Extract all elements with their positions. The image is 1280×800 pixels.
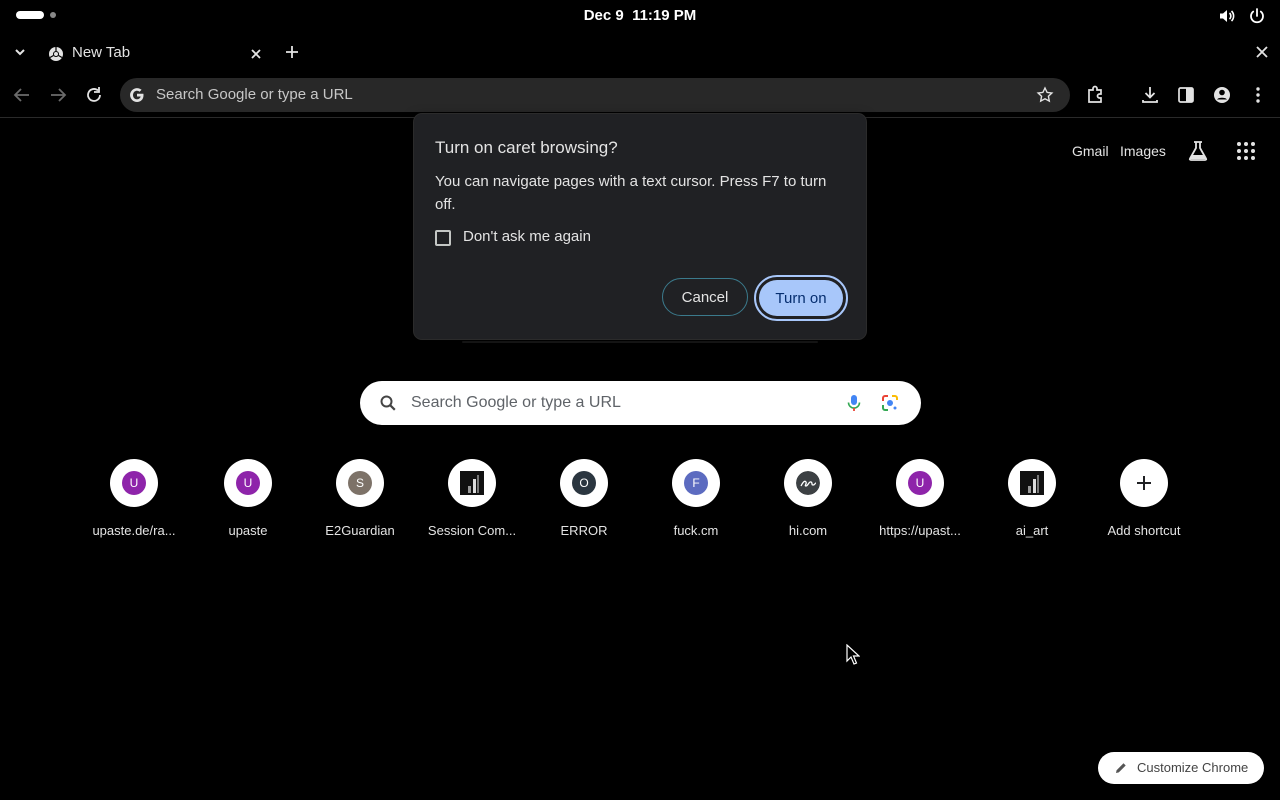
- shortcut-label: E2Guardian: [325, 523, 395, 538]
- shortcut-label: https://upast...: [879, 523, 961, 538]
- profile-icon[interactable]: [1211, 84, 1233, 106]
- plus-icon[interactable]: [282, 42, 302, 62]
- shortcut-tile[interactable]: S E2Guardian: [304, 458, 416, 548]
- tab-title: New Tab: [72, 44, 131, 61]
- clock[interactable]: Dec 9 11:19 PM: [0, 7, 1280, 24]
- shortcut-letter-icon: F: [684, 471, 708, 495]
- labs-flask-icon[interactable]: [1186, 139, 1210, 163]
- dont-ask-label[interactable]: Don't ask me again: [463, 228, 591, 245]
- shortcut-letter-icon: S: [348, 471, 372, 495]
- customize-chrome-label: Customize Chrome: [1137, 760, 1249, 775]
- dont-ask-checkbox[interactable]: [435, 230, 451, 246]
- shortcut-icon-wrapper: U: [224, 459, 272, 507]
- gmail-link[interactable]: Gmail: [1072, 143, 1109, 159]
- turn-on-focus-ring: Turn on: [754, 275, 848, 321]
- tab-strip: New Tab: [0, 32, 1280, 72]
- shortcut-label: Add shortcut: [1107, 523, 1181, 538]
- shortcut-label: ai_art: [1015, 523, 1049, 538]
- shortcut-label: upaste.de/ra...: [92, 523, 176, 538]
- clock-time: 11:19 PM: [632, 7, 697, 24]
- signature-favicon-icon: [796, 471, 820, 495]
- reload-icon[interactable]: [83, 84, 105, 106]
- turn-on-button[interactable]: Turn on: [759, 280, 843, 316]
- search-placeholder: Search Google or type a URL: [411, 394, 621, 411]
- star-icon[interactable]: [1036, 86, 1054, 104]
- download-icon[interactable]: [1139, 84, 1161, 106]
- shortcut-tile[interactable]: O ERROR: [528, 458, 640, 548]
- caret-browsing-dialog: Turn on caret browsing? You can navigate…: [414, 114, 866, 339]
- shortcut-tile[interactable]: F fuck.cm: [640, 458, 752, 548]
- shortcut-icon-wrapper: [448, 459, 496, 507]
- shortcut-label: fuck.cm: [673, 523, 719, 538]
- system-status-area[interactable]: [1218, 7, 1266, 25]
- side-panel-icon[interactable]: [1175, 84, 1197, 106]
- shortcut-letter-icon: O: [572, 471, 596, 495]
- forward-icon[interactable]: [47, 84, 69, 106]
- dialog-title: Turn on caret browsing?: [435, 138, 618, 157]
- shortcut-tile[interactable]: U upaste.de/ra...: [78, 458, 190, 548]
- menu-icon[interactable]: [1247, 84, 1269, 106]
- system-top-bar: Dec 9 11:19 PM: [0, 0, 1280, 32]
- chevron-down-icon[interactable]: [10, 42, 30, 62]
- pencil-icon: [1116, 763, 1126, 773]
- session-favicon-icon: [460, 471, 484, 495]
- power-icon: [1250, 8, 1264, 24]
- shortcut-tile[interactable]: U https://upast...: [864, 458, 976, 548]
- cancel-button[interactable]: Cancel: [662, 278, 748, 316]
- shortcut-label: upaste: [228, 523, 268, 538]
- shortcut-icon-wrapper: S: [336, 459, 384, 507]
- google-icon: [130, 88, 144, 102]
- customize-chrome-button[interactable]: Customize Chrome: [1098, 752, 1264, 784]
- window-close-icon[interactable]: [1252, 42, 1272, 62]
- logo-placeholder: [462, 341, 818, 343]
- shortcut-label: ERROR: [560, 523, 608, 538]
- shortcut-icon-wrapper: U: [110, 459, 158, 507]
- back-icon[interactable]: [11, 84, 33, 106]
- shortcut-icon-wrapper: O: [560, 459, 608, 507]
- apps-grid-icon[interactable]: [1236, 141, 1256, 161]
- shortcut-tile[interactable]: ai_art: [976, 458, 1088, 548]
- address-bar[interactable]: Search Google or type a URL: [120, 78, 1070, 112]
- browser-toolbar: Search Google or type a URL: [0, 72, 1280, 118]
- google-lens-icon[interactable]: [880, 393, 900, 413]
- chrome-icon: [49, 47, 63, 61]
- shortcut-tiles: U upaste.de/ra... U upaste S E2Guardian …: [78, 458, 1202, 548]
- shortcut-letter-icon: U: [908, 471, 932, 495]
- add-shortcut-tile[interactable]: Add shortcut: [1088, 458, 1200, 548]
- shortcut-icon-wrapper: F: [672, 459, 720, 507]
- dialog-body: You can navigate pages with a text curso…: [435, 173, 827, 213]
- shortcut-icon-wrapper: [784, 459, 832, 507]
- images-link[interactable]: Images: [1120, 143, 1166, 159]
- plus-icon: [1137, 476, 1151, 490]
- shortcut-tile[interactable]: hi.com: [752, 458, 864, 548]
- ntp-search-box[interactable]: Search Google or type a URL: [360, 381, 921, 425]
- tab-new-tab[interactable]: New Tab: [40, 36, 272, 72]
- ai-art-favicon-icon: [1020, 471, 1044, 495]
- omnibox-text: Search Google or type a URL: [156, 86, 353, 103]
- close-icon[interactable]: [247, 45, 265, 63]
- shortcut-letter-icon: U: [122, 471, 146, 495]
- shortcut-letter-icon: U: [236, 471, 260, 495]
- clock-date: Dec 9: [583, 7, 624, 24]
- shortcut-icon-wrapper: [1008, 459, 1056, 507]
- shortcut-tile[interactable]: U upaste: [192, 458, 304, 548]
- shortcut-icon-wrapper: U: [896, 459, 944, 507]
- extensions-icon[interactable]: [1085, 84, 1107, 106]
- search-icon: [380, 395, 396, 411]
- shortcut-label: hi.com: [788, 523, 828, 538]
- microphone-icon[interactable]: [844, 393, 864, 413]
- shortcut-tile[interactable]: Session Com...: [416, 458, 528, 548]
- shortcut-icon-wrapper: [1120, 459, 1168, 507]
- volume-icon: [1220, 10, 1235, 22]
- shortcut-label: Session Com...: [427, 523, 517, 538]
- mouse-pointer-icon: [846, 644, 860, 665]
